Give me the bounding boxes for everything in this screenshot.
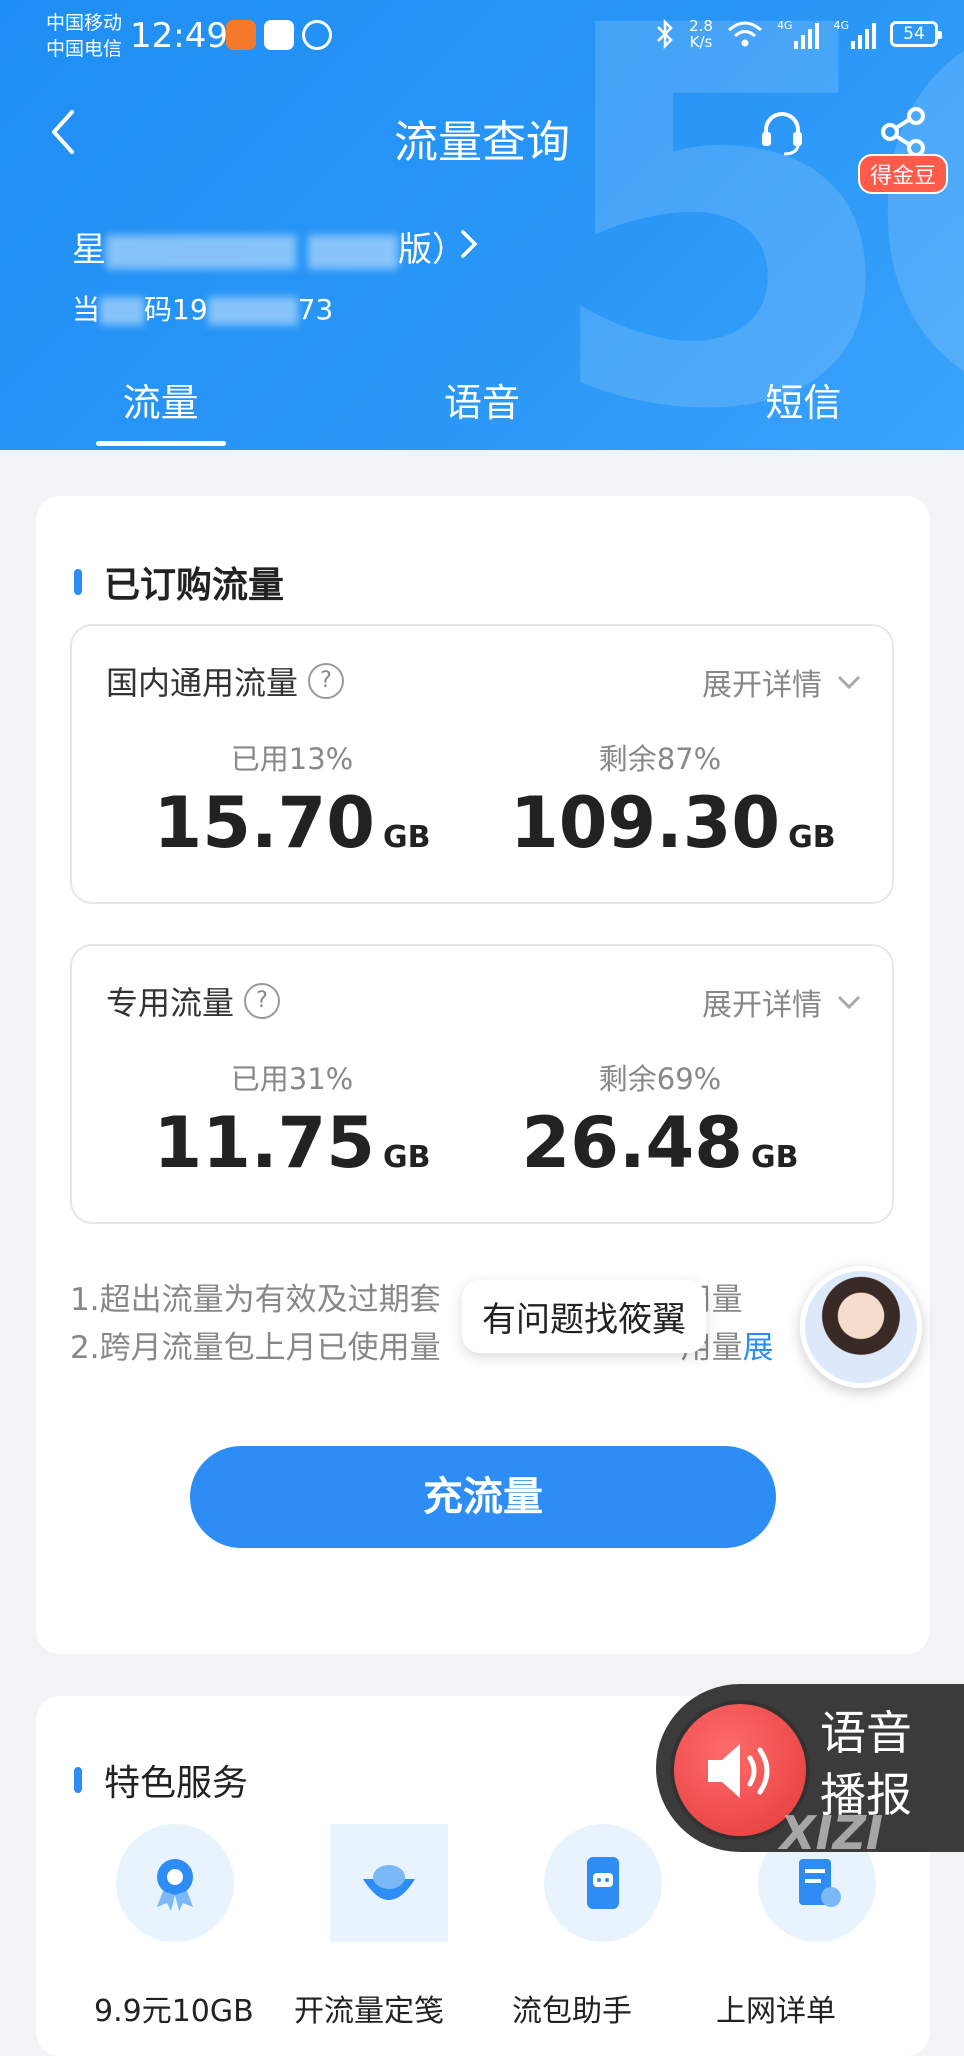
page-title: 流量查询 — [394, 117, 570, 168]
signal-bars-icon — [794, 19, 820, 49]
plan-name-prefix: 星 — [72, 230, 106, 270]
quota-used: 已用13% 15.70 GB — [142, 736, 442, 864]
bluetooth-icon — [657, 18, 673, 50]
net-type-2: 4G — [833, 19, 849, 32]
gold-ingot-icon[interactable] — [330, 1824, 448, 1942]
customer-service-icon[interactable] — [754, 104, 810, 160]
share-icon[interactable] — [876, 104, 932, 160]
wifi-icon — [727, 21, 762, 47]
remain-percent: 剩余87% — [598, 742, 722, 776]
redacted-text — [308, 234, 398, 269]
help-icon[interactable]: ? — [308, 663, 345, 699]
watermark: XIZI — [780, 1806, 884, 1860]
section-marker — [74, 569, 82, 595]
tab-voice[interactable]: 语音 — [321, 372, 642, 450]
chevron-down-icon — [837, 995, 861, 1010]
signal-1: 4G — [777, 19, 820, 49]
chevron-right-icon[interactable] — [454, 224, 484, 264]
tab-sms[interactable]: 短信 — [643, 372, 964, 450]
quota-dedicated: 专用流量 ? 展开详情 已用31% 11.75 GB 剩余69% 26.48 GB — [70, 944, 894, 1224]
assistant-tooltip[interactable]: 有问题找筱翼 — [462, 1280, 706, 1353]
status-app-icons — [226, 20, 332, 50]
assistant-avatar[interactable] — [800, 1266, 922, 1388]
carrier-2: 中国电信 — [46, 38, 123, 60]
plan-name[interactable]: 星版） — [72, 222, 466, 271]
unit-label: GB — [750, 1140, 799, 1175]
alarm-icon — [302, 20, 332, 50]
section-title-text: 特色服务 — [104, 1763, 249, 1804]
section-marker — [74, 1767, 82, 1793]
expand-note-link[interactable]: 展 — [743, 1330, 774, 1366]
section-title-text: 已订购流量 — [104, 565, 285, 606]
network-speed: 2.8 K/s — [689, 18, 713, 50]
used-percent: 已用13% — [230, 742, 354, 776]
tab-bar: 流量 语音 短信 — [0, 372, 964, 450]
redacted-text — [106, 234, 296, 269]
nav-bar: 流量查询 得金豆 — [0, 84, 964, 194]
quota-general: 国内通用流量 ? 展开详情 已用13% 15.70 GB 剩余87% 109.30… — [70, 624, 894, 904]
service-label: 9.9元10GB — [94, 1994, 254, 2029]
recharge-data-button[interactable]: 充流量 — [190, 1446, 776, 1548]
expand-label: 展开详情 — [702, 988, 822, 1023]
chevron-down-icon — [837, 675, 861, 690]
expand-details-button[interactable]: 展开详情 — [702, 660, 862, 704]
quota-name: 专用流量 ? — [106, 978, 281, 1024]
battery-level: 54 — [903, 24, 925, 44]
battery-icon: 54 — [890, 21, 942, 47]
header: 5G 中国移动 中国电信 12:49 2.8 K/s 4G 4G — [0, 0, 964, 450]
phone-mid: 码19 — [144, 293, 208, 326]
remain-amount: 109.30 — [510, 782, 781, 864]
used-amount: 11.75 — [153, 1102, 375, 1184]
service-label: 流包助手 — [512, 1994, 632, 2029]
phone-number: 当 码19 73 — [72, 288, 333, 328]
quota-name-text: 专用流量 — [106, 984, 235, 1022]
redacted-text — [100, 297, 145, 325]
unit-label: GB — [382, 1140, 431, 1175]
signal-bars-icon — [851, 19, 876, 49]
unit-label: GB — [788, 820, 836, 855]
help-icon[interactable]: ? — [244, 983, 281, 1019]
phone-tail: 73 — [297, 293, 334, 326]
used-percent: 已用31% — [230, 1062, 354, 1096]
quota-remain: 剩余87% 109.30 GB — [510, 736, 836, 864]
quota-remain: 剩余69% 26.48 GB — [510, 1056, 810, 1184]
expand-details-button[interactable]: 展开详情 — [702, 980, 862, 1024]
gold-bean-badge[interactable]: 得金豆 — [858, 154, 949, 194]
speed-value: 2.8 — [689, 17, 713, 35]
app-notification-icon — [226, 20, 256, 50]
quota-name: 国内通用流量 ? — [106, 658, 345, 704]
remain-percent: 剩余69% — [598, 1062, 722, 1096]
net-type-1: 4G — [776, 19, 793, 32]
status-bar: 中国移动 中国电信 12:49 2.8 K/s 4G 4G 54 — [0, 0, 964, 72]
section-title: 已订购流量 — [74, 556, 284, 608]
unit-label: GB — [382, 820, 431, 855]
used-amount: 15.70 — [153, 782, 375, 864]
phone-robot-icon[interactable] — [544, 1824, 662, 1942]
subscribed-data-card: 已订购流量 国内通用流量 ? 展开详情 已用13% 15.70 GB 剩余87% … — [36, 496, 930, 1654]
carrier-info: 中国移动 中国电信 — [46, 10, 122, 62]
speed-unit: K/s — [689, 33, 713, 51]
remain-amount: 26.48 — [521, 1102, 743, 1184]
service-label: 上网详单 — [716, 1994, 836, 2029]
phone-prefix: 当 — [72, 293, 101, 326]
clock: 12:49 — [130, 16, 228, 56]
carrier-1: 中国移动 — [46, 12, 123, 34]
tab-data[interactable]: 流量 — [0, 372, 321, 450]
redacted-text — [207, 297, 298, 325]
mobile-app-icon — [264, 20, 294, 50]
quota-name-text: 国内通用流量 — [106, 664, 299, 702]
section-title: 特色服务 — [74, 1754, 248, 1806]
signal-2: 4G — [833, 19, 876, 49]
expand-label: 展开详情 — [702, 668, 822, 703]
quota-used: 已用31% 11.75 GB — [142, 1056, 442, 1184]
status-right: 2.8 K/s 4G 4G 54 — [655, 18, 942, 50]
badge-icon[interactable] — [116, 1824, 234, 1942]
service-label: 开流量定笺 — [294, 1994, 444, 2029]
